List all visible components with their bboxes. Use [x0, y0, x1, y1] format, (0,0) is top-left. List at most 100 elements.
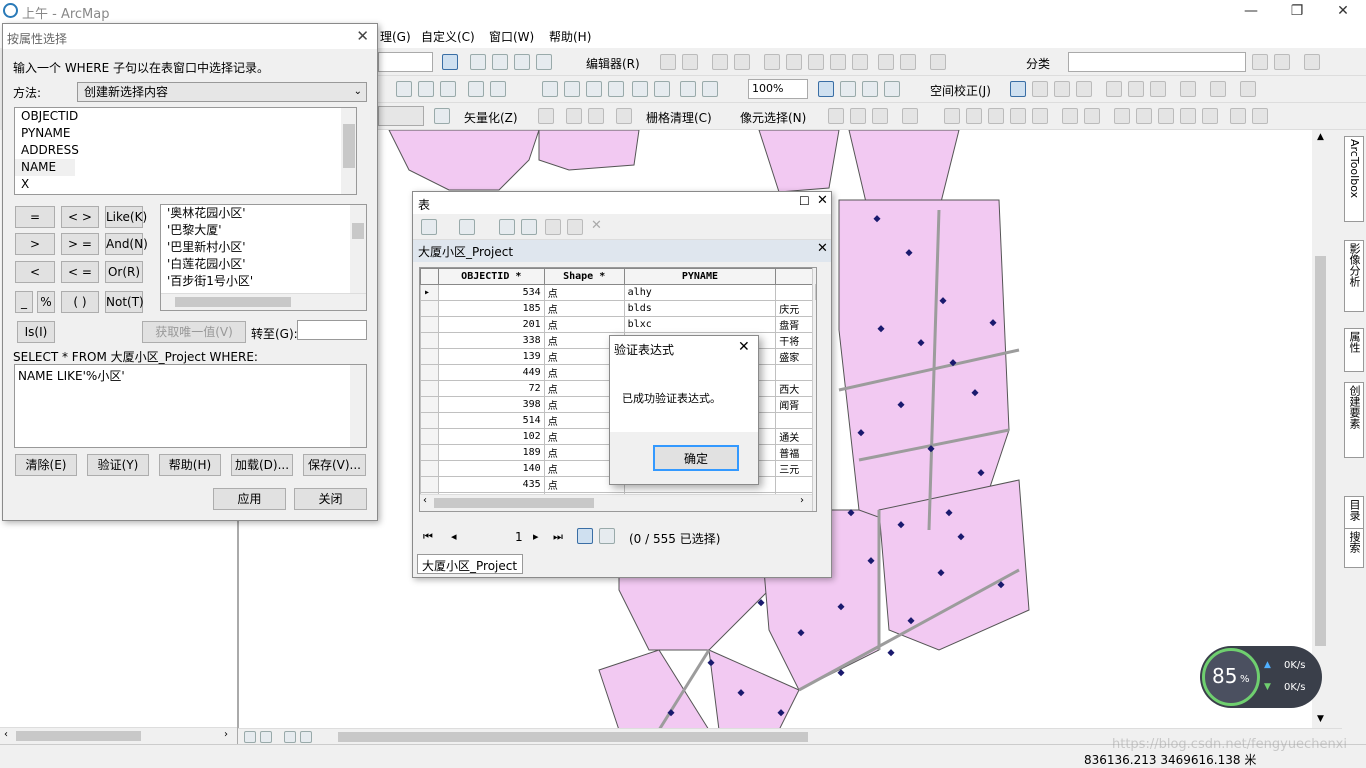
close-icon[interactable]: ✕: [817, 193, 828, 208]
row-selector[interactable]: ▸: [420, 284, 439, 301]
row-selector[interactable]: [420, 380, 439, 397]
binoculars-icon[interactable]: [396, 81, 412, 97]
go-forward-extent-icon[interactable]: [702, 81, 718, 97]
new-displacement-link-icon[interactable]: [1032, 81, 1048, 97]
edit-annotation-icon[interactable]: [682, 54, 698, 70]
table-cell[interactable]: 干将: [775, 332, 816, 349]
column-header[interactable]: PYNAME: [623, 268, 777, 285]
field-item[interactable]: ADDRESS: [15, 142, 356, 159]
classify-menu[interactable]: 分类: [1026, 55, 1050, 72]
table-icon[interactable]: [470, 54, 486, 70]
go-to-xy-icon[interactable]: [440, 81, 456, 97]
apply-button[interactable]: 应用: [213, 488, 286, 510]
show-selected-records-icon[interactable]: [599, 528, 615, 544]
reshape-icon[interactable]: [786, 54, 802, 70]
toggle-draft-icon[interactable]: [818, 81, 834, 97]
toc-scroll-thumb[interactable]: [16, 731, 141, 741]
field-item[interactable]: X: [15, 176, 356, 193]
scale-combo[interactable]: [378, 52, 433, 72]
circle-icon[interactable]: [1084, 108, 1100, 124]
line-tool-icon[interactable]: [966, 108, 982, 124]
focus-data-frame-icon[interactable]: [840, 81, 856, 97]
show-preview-icon[interactable]: [538, 108, 554, 124]
layout-view-icon[interactable]: [260, 731, 272, 743]
field-item[interactable]: NAME: [15, 159, 75, 176]
first-record-icon[interactable]: ⏮: [423, 530, 433, 544]
table-cell[interactable]: [775, 284, 816, 301]
find-route-icon[interactable]: [418, 81, 434, 97]
grid-vscroll[interactable]: ▲ ▼: [812, 268, 816, 511]
table-cell[interactable]: 闻胥: [775, 396, 816, 413]
settings-icon[interactable]: [1252, 108, 1268, 124]
midpoint-icon[interactable]: [1010, 108, 1026, 124]
table-cell[interactable]: 普福: [775, 444, 816, 461]
table-options-icon[interactable]: [421, 219, 437, 235]
fields-scrollbar[interactable]: [341, 108, 356, 194]
table-cell[interactable]: 514: [437, 412, 545, 429]
value-item[interactable]: '百步街1号小区': [161, 273, 366, 290]
related-tables-icon[interactable]: [459, 219, 475, 235]
time-slider-icon[interactable]: [468, 81, 484, 97]
training-icon[interactable]: [1252, 54, 1268, 70]
straight-segment-icon[interactable]: [712, 54, 728, 70]
table-cell[interactable]: [775, 476, 816, 493]
change-layout-icon[interactable]: [862, 81, 878, 97]
less-button[interactable]: <: [15, 261, 55, 283]
table-cell[interactable]: 点: [543, 300, 625, 317]
close-icon[interactable]: ✕: [817, 241, 828, 256]
spatial-adjust-menu[interactable]: 空间校正(J): [930, 82, 991, 99]
magic-erase-icon[interactable]: [1158, 108, 1174, 124]
restore-button[interactable]: ❐: [1274, 0, 1320, 22]
zoom-whole-page-icon[interactable]: [608, 81, 624, 97]
raster-cleanup-menu[interactable]: 栅格清理(C): [646, 109, 712, 126]
table-cell[interactable]: 189: [437, 444, 545, 461]
menu-customize[interactable]: 自定义(C): [421, 28, 475, 45]
is-button[interactable]: Is(I): [17, 321, 55, 343]
new-limited-area-icon[interactable]: [1128, 81, 1144, 97]
expression-scrollbar[interactable]: [350, 365, 366, 447]
table-cell[interactable]: 西大: [775, 380, 816, 397]
table-cell[interactable]: 435: [437, 476, 545, 493]
next-record-icon[interactable]: ▸: [533, 530, 539, 543]
row-selector[interactable]: [420, 428, 439, 445]
close-dialog-button[interactable]: 关闭: [294, 488, 367, 510]
values-vscroll[interactable]: [350, 205, 366, 293]
pixel-select-menu[interactable]: 像元选择(N): [740, 109, 806, 126]
grid-icon[interactable]: [1202, 108, 1218, 124]
ok-button[interactable]: 确定: [653, 445, 739, 471]
select-elements-icon[interactable]: [1010, 81, 1026, 97]
value-item[interactable]: '奥林花园小区': [161, 205, 366, 222]
grid-hscroll[interactable]: ‹ ›: [420, 494, 812, 511]
data-view-icon[interactable]: [244, 731, 256, 743]
verify-button[interactable]: 验证(Y): [87, 454, 149, 476]
row-selector[interactable]: [420, 300, 439, 317]
measure-icon[interactable]: [490, 81, 506, 97]
classify-run-icon[interactable]: [1274, 54, 1290, 70]
values-hscroll[interactable]: [161, 293, 366, 310]
split-icon[interactable]: [830, 54, 846, 70]
current-record[interactable]: 1: [515, 530, 523, 544]
table-cell[interactable]: 通关: [775, 428, 816, 445]
fixed-zoom-in-icon[interactable]: [654, 81, 670, 97]
zoom-100-icon[interactable]: [632, 81, 648, 97]
add-pixels-icon[interactable]: [850, 108, 866, 124]
attributes-icon[interactable]: [878, 54, 894, 70]
table-row[interactable]: 185 点 blds 庆元: [420, 300, 816, 317]
and-button[interactable]: And(N): [105, 233, 148, 255]
value-item[interactable]: '白莲花园小区': [161, 256, 366, 273]
row-selector[interactable]: [420, 364, 439, 381]
greater-button[interactable]: >: [15, 233, 55, 255]
layout-zoom-combo[interactable]: 100%: [748, 79, 808, 99]
table-cell[interactable]: 点: [543, 316, 625, 333]
row-selector[interactable]: [420, 396, 439, 413]
scroll-up-icon[interactable]: ▲: [1317, 132, 1324, 142]
create-features-tab[interactable]: 创建要素: [1344, 382, 1364, 458]
row-selector[interactable]: [420, 444, 439, 461]
table-cell[interactable]: 140: [437, 460, 545, 477]
field-item[interactable]: OBJECTID: [15, 108, 356, 125]
raster-eraser-icon[interactable]: [616, 108, 632, 124]
rotate-icon[interactable]: [852, 54, 868, 70]
method-select[interactable]: 创建新选择内容 ⌄: [77, 82, 367, 102]
load-button[interactable]: 加载(D)...: [231, 454, 293, 476]
equals-button[interactable]: =: [15, 206, 55, 228]
